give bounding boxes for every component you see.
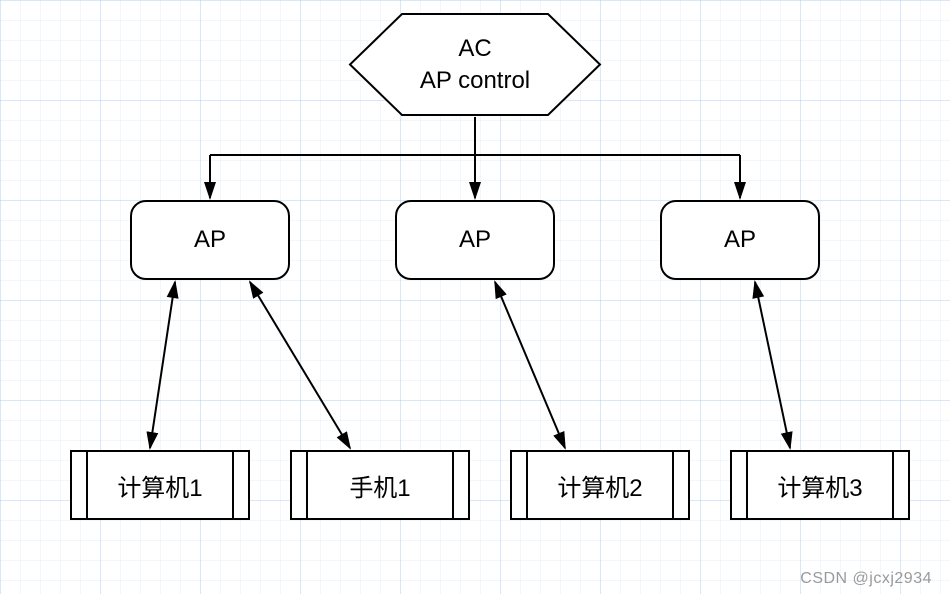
device-node-3: 计算机2: [510, 450, 690, 520]
controller-node: AC AP control: [348, 12, 602, 117]
ap-label: AP: [194, 224, 226, 255]
controller-line2: AP control: [420, 65, 530, 96]
ap-node-1: AP: [130, 200, 290, 280]
ap-node-2: AP: [395, 200, 555, 280]
diagram-canvas: AC AP control AP AP AP 计算机1 手机1 计算机2 计算机…: [0, 0, 950, 594]
controller-line1: AC: [420, 33, 530, 64]
ap-node-3: AP: [660, 200, 820, 280]
device-node-2: 手机1: [290, 450, 470, 520]
device-label: 计算机1: [72, 452, 248, 518]
device-label: 手机1: [292, 452, 468, 518]
ap-label: AP: [724, 224, 756, 255]
ap-label: AP: [459, 224, 491, 255]
device-node-1: 计算机1: [70, 450, 250, 520]
device-node-4: 计算机3: [730, 450, 910, 520]
watermark: CSDN @jcxj2934: [800, 570, 932, 588]
device-label: 计算机2: [512, 452, 688, 518]
device-label: 计算机3: [732, 452, 908, 518]
